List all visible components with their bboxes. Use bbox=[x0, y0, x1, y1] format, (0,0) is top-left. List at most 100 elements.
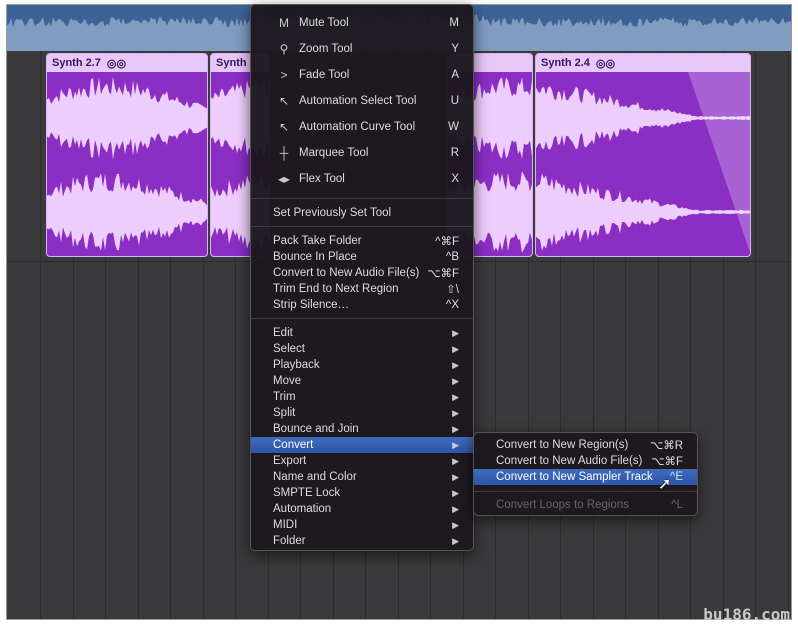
automation-curve-icon: ↖ bbox=[275, 120, 293, 134]
menu-item-marquee-tool[interactable]: ┼ Marquee Tool R bbox=[251, 140, 473, 166]
submenu-arrow-icon: ▶ bbox=[452, 344, 459, 355]
menu-item-fade-tool[interactable]: > Fade Tool A bbox=[251, 62, 473, 88]
menu-item-label: Split bbox=[273, 407, 452, 419]
menu-item-label: SMPTE Lock bbox=[273, 487, 452, 499]
menu-item-label: Bounce and Join bbox=[273, 423, 452, 435]
waveform-channel bbox=[536, 173, 751, 250]
shortcut: ^X bbox=[446, 299, 459, 311]
watermark: bu186.com bbox=[703, 605, 790, 624]
menu-item-mute-tool[interactable]: M Mute Tool M bbox=[251, 10, 473, 36]
menu-item-label: Strip Silence… bbox=[273, 299, 446, 311]
grid-line bbox=[755, 51, 756, 619]
menu-item-label: Convert Loops to Regions bbox=[496, 499, 671, 511]
menu-item-label: Mute Tool bbox=[299, 17, 449, 29]
submenu-arrow-icon: ▶ bbox=[452, 504, 459, 515]
submenu-arrow-icon: ▶ bbox=[452, 488, 459, 499]
menu-item-label: Convert to New Sampler Track bbox=[496, 471, 670, 483]
menu-item-label: Edit bbox=[273, 327, 452, 339]
menu-item-convert[interactable]: Convert ▶ bbox=[251, 437, 473, 453]
region-synth-2-7[interactable]: Synth 2.7 ◎◎ bbox=[46, 53, 208, 257]
menu-item-zoom-tool[interactable]: ⚲ Zoom Tool Y bbox=[251, 36, 473, 62]
flex-icon: ◂▸ bbox=[275, 172, 293, 186]
fade-icon: > bbox=[275, 68, 293, 82]
menu-item-label: Flex Tool bbox=[299, 173, 451, 185]
submenu-arrow-icon: ▶ bbox=[452, 392, 459, 403]
menu-item-trim[interactable]: Trim ▶ bbox=[251, 389, 473, 405]
menu-item-label: Folder bbox=[273, 535, 452, 547]
menu-item-set-previously-set-tool[interactable]: Set Previously Set Tool bbox=[251, 205, 473, 221]
shortcut: M bbox=[449, 17, 459, 29]
waveform-channel bbox=[47, 173, 208, 251]
shortcut: A bbox=[451, 69, 459, 81]
shortcut: ⇧\ bbox=[446, 282, 459, 296]
waveform bbox=[47, 72, 208, 257]
zoom-icon: ⚲ bbox=[275, 42, 293, 56]
menu-item-label: Marquee Tool bbox=[299, 147, 451, 159]
shortcut: ^⌘F bbox=[435, 234, 459, 248]
menu-item-automation-curve-tool[interactable]: ↖ Automation Curve Tool W bbox=[251, 114, 473, 140]
submenu-item[interactable]: Convert to New Region(s) ⌥⌘R bbox=[474, 437, 697, 453]
menu-item-export[interactable]: Export ▶ bbox=[251, 453, 473, 469]
shortcut: U bbox=[451, 95, 459, 107]
submenu-arrow-icon: ▶ bbox=[452, 456, 459, 467]
menu-item-smpte-lock[interactable]: SMPTE Lock ▶ bbox=[251, 485, 473, 501]
menu-item-action[interactable]: Strip Silence… ^X bbox=[251, 297, 473, 313]
menu-item-action[interactable]: Trim End to Next Region ⇧\ bbox=[251, 281, 473, 297]
menu-item-label: Automation Curve Tool bbox=[299, 121, 448, 133]
menu-item-action[interactable]: Pack Take Folder ^⌘F bbox=[251, 233, 473, 249]
menu-item-move[interactable]: Move ▶ bbox=[251, 373, 473, 389]
shortcut: Y bbox=[451, 43, 459, 55]
menu-item-label: Set Previously Set Tool bbox=[273, 207, 459, 219]
menu-item-name-and-color[interactable]: Name and Color ▶ bbox=[251, 469, 473, 485]
fade-out-curve bbox=[688, 72, 751, 257]
automation-select-icon: ↖ bbox=[275, 94, 293, 108]
menu-item-label: Fade Tool bbox=[299, 69, 451, 81]
menu-item-label: MIDI bbox=[273, 519, 452, 531]
shortcut: ⌥⌘R bbox=[650, 438, 683, 452]
menu-item-label: Select bbox=[273, 343, 452, 355]
grid-line bbox=[788, 51, 789, 619]
menu-item-flex-tool[interactable]: ◂▸ Flex Tool X bbox=[251, 166, 473, 192]
shortcut: R bbox=[451, 147, 459, 159]
menu-item-automation-select-tool[interactable]: ↖ Automation Select Tool U bbox=[251, 88, 473, 114]
shortcut: W bbox=[448, 121, 459, 133]
menu-item-midi[interactable]: MIDI ▶ bbox=[251, 517, 473, 533]
submenu-arrow-icon: ▶ bbox=[452, 440, 459, 451]
menu-item-label: Playback bbox=[273, 359, 452, 371]
menu-item-label: Automation bbox=[273, 503, 452, 515]
submenu-arrow-icon: ▶ bbox=[452, 472, 459, 483]
region-synth-2-4[interactable]: Synth 2.4 ◎◎ bbox=[535, 53, 751, 257]
menu-item-automation[interactable]: Automation ▶ bbox=[251, 501, 473, 517]
menu-item-action[interactable]: Bounce In Place ^B bbox=[251, 249, 473, 265]
menu-item-action[interactable]: Convert to New Audio File(s) ⌥⌘F bbox=[251, 265, 473, 281]
menu-item-folder[interactable]: Folder ▶ bbox=[251, 533, 473, 549]
menu-item-bounce-and-join[interactable]: Bounce and Join ▶ bbox=[251, 421, 473, 437]
menu-item-label: Bounce In Place bbox=[273, 251, 446, 263]
shortcut: ^E bbox=[670, 471, 683, 483]
mute-icon: M bbox=[275, 16, 293, 30]
submenu-arrow-icon: ▶ bbox=[452, 520, 459, 531]
loop-icon: ◎◎ bbox=[107, 57, 126, 70]
menu-separator bbox=[251, 226, 473, 227]
menu-item-label: Pack Take Folder bbox=[273, 235, 435, 247]
context-menu: M Mute Tool M ⚲ Zoom Tool Y > Fade Tool A ↖ Automa… bbox=[250, 4, 474, 551]
waveform bbox=[536, 72, 751, 257]
mouse-cursor-icon: ➚ bbox=[658, 474, 671, 494]
submenu-item[interactable]: Convert to New Audio File(s) ⌥⌘F bbox=[474, 453, 697, 469]
menu-item-playback[interactable]: Playback ▶ bbox=[251, 357, 473, 373]
waveform-channel bbox=[47, 76, 208, 159]
menu-separator bbox=[251, 318, 473, 319]
submenu-arrow-icon: ▶ bbox=[452, 536, 459, 547]
menu-item-edit[interactable]: Edit ▶ bbox=[251, 325, 473, 341]
region-name: Synth 2.4 bbox=[541, 57, 590, 69]
submenu-arrow-icon: ▶ bbox=[452, 376, 459, 387]
menu-item-label: Convert to New Audio File(s) bbox=[496, 455, 651, 467]
submenu-arrow-icon: ▶ bbox=[452, 424, 459, 435]
grid-line bbox=[40, 51, 41, 619]
submenu-item: Convert Loops to Regions ^L bbox=[474, 497, 697, 513]
submenu-arrow-icon: ▶ bbox=[452, 408, 459, 419]
region-name: Synth 2.7 bbox=[52, 57, 101, 69]
menu-item-select[interactable]: Select ▶ bbox=[251, 341, 473, 357]
menu-item-split[interactable]: Split ▶ bbox=[251, 405, 473, 421]
menu-item-label: Name and Color bbox=[273, 471, 452, 483]
